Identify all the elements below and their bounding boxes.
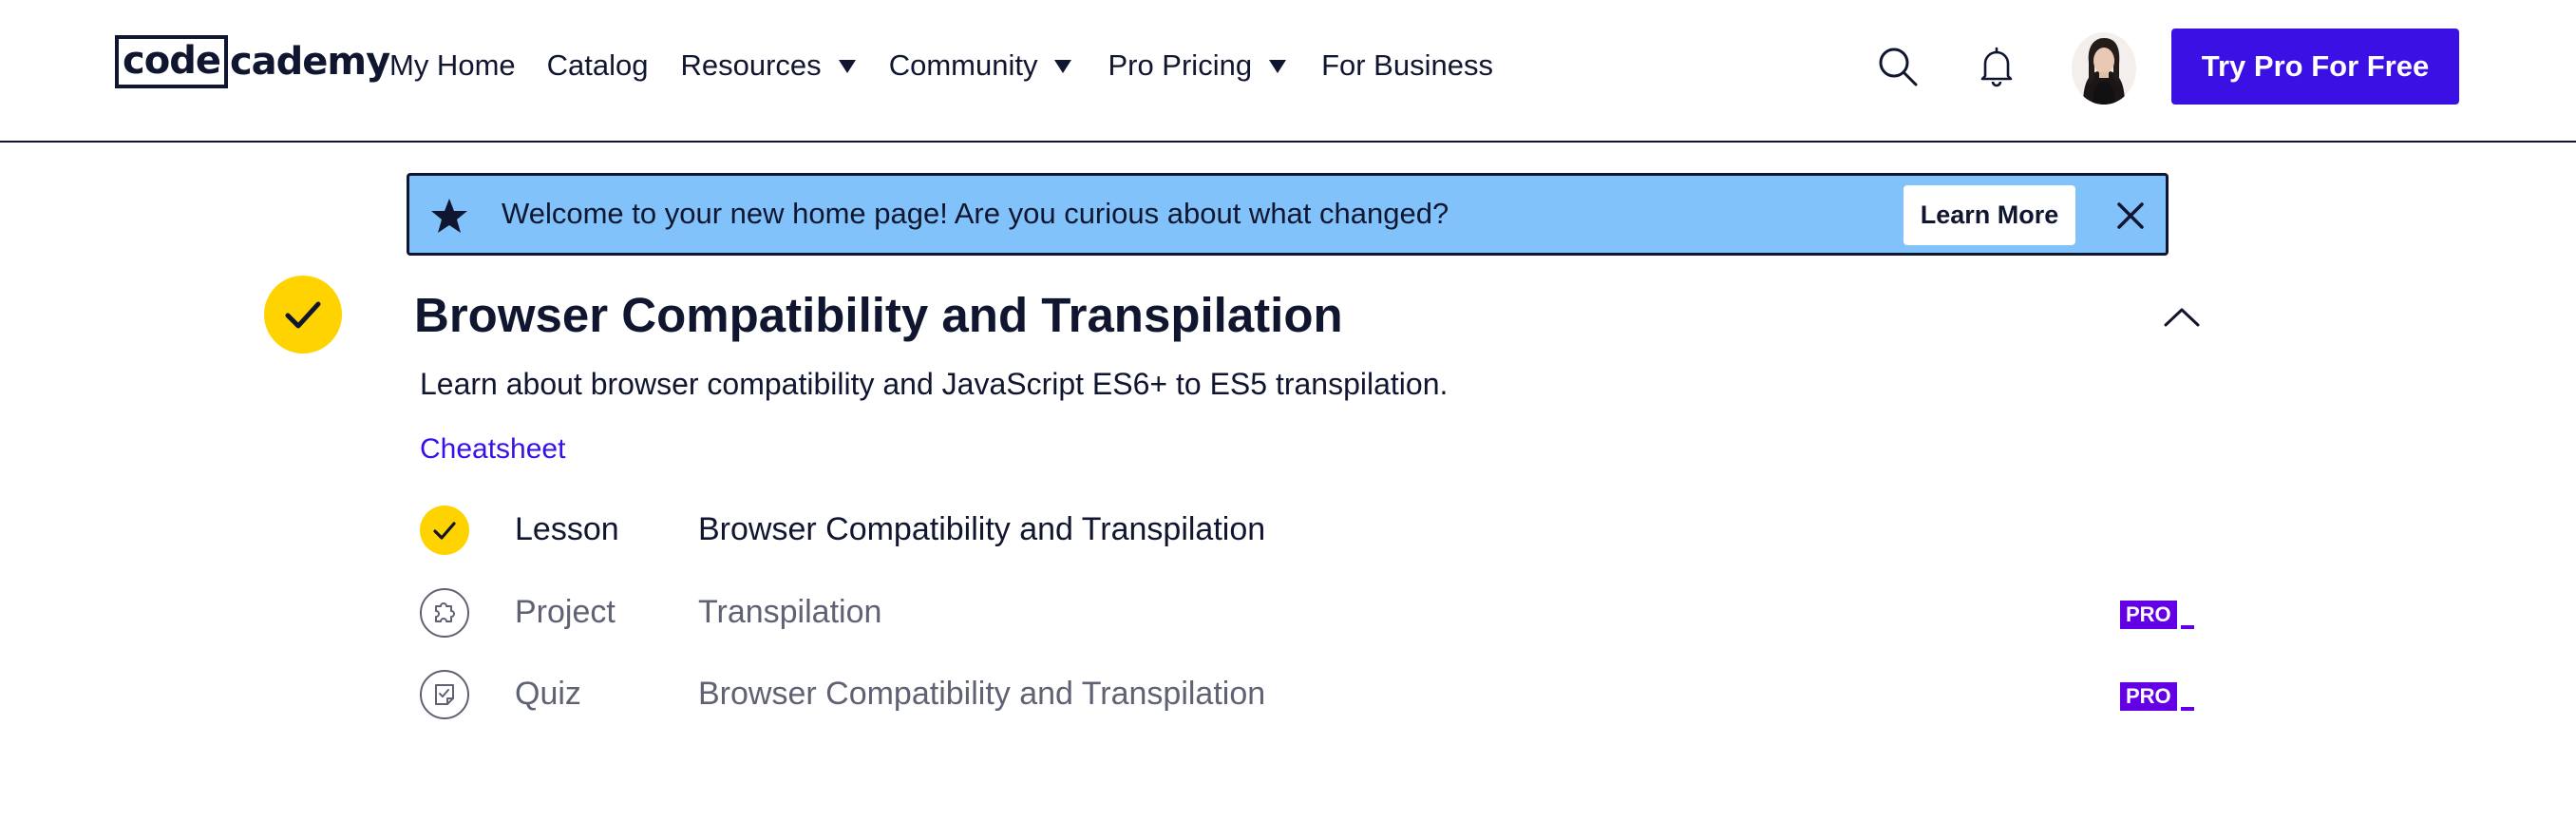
nav-community-dropdown[interactable]: Community: [889, 48, 1072, 83]
module-item-quiz[interactable]: Quiz Browser Compatibility and Transpila…: [420, 668, 2196, 721]
item-status-badge: [420, 506, 469, 555]
nav-community-label: Community: [888, 48, 1038, 82]
top-navigation-bar: code cademy My Home Catalog Resources Com…: [0, 0, 2576, 143]
try-pro-button[interactable]: Try Pro For Free: [2171, 29, 2459, 105]
codecademy-logo[interactable]: code cademy: [115, 34, 390, 89]
caret-down-icon: [1269, 60, 1287, 73]
item-type-label: Project: [515, 594, 616, 630]
search-icon: [1879, 48, 1918, 86]
check-icon: [285, 301, 321, 329]
item-name: Browser Compatibility and Transpilation: [698, 676, 1266, 712]
item-status-badge: [420, 588, 469, 638]
item-status-badge: [420, 670, 469, 719]
check-icon: [433, 522, 456, 540]
module-completed-badge: [264, 276, 342, 353]
nav-pro-pricing-label: Pro Pricing: [1108, 48, 1253, 82]
nav-my-home-label: My Home: [389, 48, 516, 82]
notifications-button[interactable]: [1970, 40, 2023, 93]
puzzle-icon: [435, 602, 455, 622]
pro-badge-underline: [2180, 707, 2194, 711]
user-avatar[interactable]: [2072, 32, 2136, 105]
module-item-project[interactable]: Project Transpilation PRO: [420, 586, 2196, 640]
logo-cademy-part: cademy: [229, 40, 390, 84]
module-item-lesson[interactable]: Lesson Browser Compatibility and Transpi…: [420, 504, 2196, 557]
nav-resources-dropdown[interactable]: Resources: [681, 48, 856, 83]
module-title: Browser Compatibility and Transpilation: [414, 288, 1343, 342]
learn-more-button[interactable]: Learn More: [1904, 185, 2075, 245]
pro-badge: PRO: [2120, 678, 2194, 711]
search-button[interactable]: [1871, 40, 1924, 93]
logo-code-part: code: [115, 35, 228, 88]
nav-resources-label: Resources: [680, 48, 822, 82]
cheatsheet-link[interactable]: Cheatsheet: [420, 433, 565, 466]
nav-my-home[interactable]: My Home: [389, 48, 516, 83]
banner-message: Welcome to your new home page! Are you c…: [502, 197, 1449, 230]
pro-badge-label: PRO: [2120, 682, 2177, 711]
nav-catalog[interactable]: Catalog: [547, 48, 649, 83]
pro-badge-underline: [2180, 625, 2194, 629]
quiz-icon: [435, 684, 454, 705]
item-type-label: Lesson: [515, 511, 619, 547]
star-icon: [431, 199, 467, 233]
caret-down-icon: [1054, 60, 1072, 73]
main-nav: My Home Catalog Resources Community Pro …: [389, 42, 1493, 89]
nav-pro-pricing-dropdown[interactable]: Pro Pricing: [1108, 48, 1287, 83]
welcome-banner: Welcome to your new home page! Are you c…: [407, 173, 2169, 256]
item-type-label: Quiz: [515, 676, 581, 712]
chevron-up-icon[interactable]: [2162, 302, 2202, 333]
caret-down-icon: [838, 60, 856, 73]
item-name: Transpilation: [698, 594, 882, 630]
try-pro-label: Try Pro For Free: [2201, 49, 2430, 83]
bell-icon: [1980, 47, 2013, 87]
close-icon[interactable]: [2113, 199, 2148, 233]
nav-for-business-label: For Business: [1321, 48, 1493, 82]
pro-badge: PRO: [2120, 597, 2194, 629]
nav-catalog-label: Catalog: [546, 48, 649, 82]
nav-for-business[interactable]: For Business: [1321, 48, 1493, 83]
pro-badge-label: PRO: [2120, 601, 2177, 629]
item-name: Browser Compatibility and Transpilation: [698, 511, 1266, 547]
module-description: Learn about browser compatibility and Ja…: [420, 367, 1449, 401]
learn-more-label: Learn More: [1920, 200, 2059, 229]
